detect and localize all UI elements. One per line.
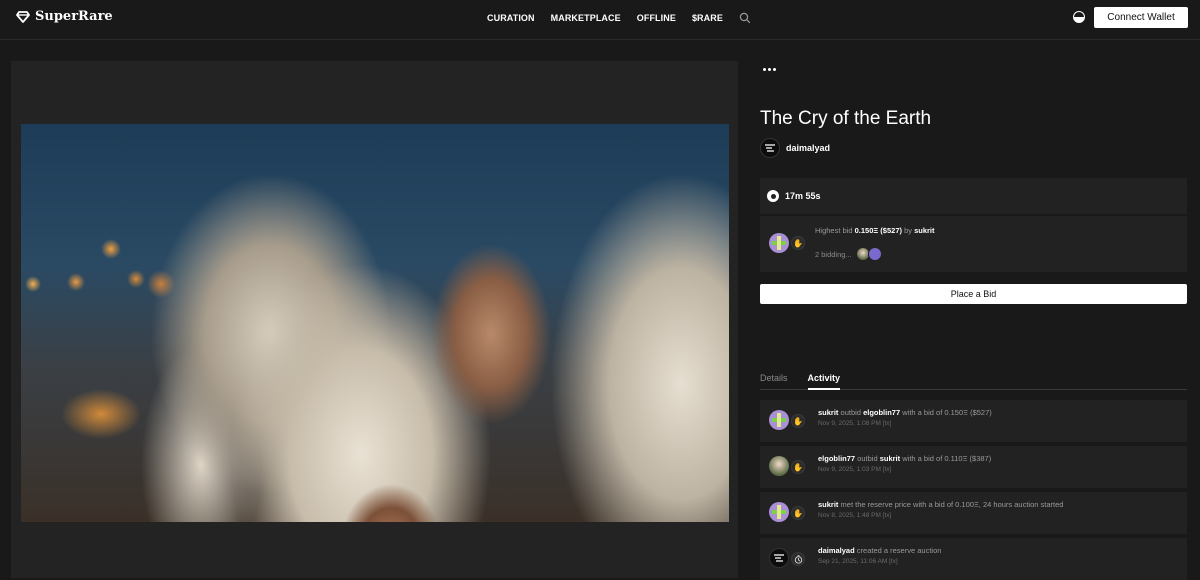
nav-offline[interactable]: OFFLINE [637,13,676,23]
hand-icon: ✋ [791,460,805,474]
activity-date[interactable]: Nov 9, 2025, 1:08 PM [tx] [818,420,891,427]
bidder-mini-avatar[interactable] [867,247,882,261]
nav-rare[interactable]: $RARE [692,13,723,23]
activity-item: daimalyad created a reserve auction Sep … [760,538,1187,580]
artist-link[interactable]: daimalyad [760,138,830,158]
top-bar: SuperRare CURATION MARKETPLACE OFFLINE $… [0,0,1200,40]
tab-activity[interactable]: Activity [807,370,841,390]
auction-timer: 17m 55s [760,178,1187,214]
clock-icon [791,552,805,566]
avatar[interactable] [769,548,789,568]
avatar[interactable] [769,456,789,476]
timer-dot-icon [767,190,779,202]
place-bid-button[interactable]: Place a Bid [760,284,1187,304]
highest-bid-text: Highest bid 0.150Ξ ($527) by sukrit [815,226,935,235]
activity-text: daimalyad created a reserve auction [818,546,942,555]
activity-text: sukrit met the reserve price with a bid … [818,500,1064,509]
activity-date[interactable]: Sep 21, 2025, 11:06 AM [tx] [818,558,898,565]
nav-marketplace[interactable]: MARKETPLACE [551,13,621,23]
activity-text: elgoblin77 outbid sukrit with a bid of 0… [818,454,992,463]
hand-icon: ✋ [791,506,805,520]
bidder-avatar[interactable] [769,233,789,253]
tab-bar: Details Activity [760,370,1187,390]
brand-name: SuperRare [35,9,113,24]
diamond-icon [16,10,30,23]
nav-curation[interactable]: CURATION [487,13,535,23]
activity-item: ✋ elgoblin77 outbid sukrit with a bid of… [760,446,1187,488]
activity-date[interactable]: Nov 8, 2025, 1:48 PM [tx] [818,512,891,519]
activity-item: ✋ sukrit outbid elgoblin77 with a bid of… [760,400,1187,442]
artist-avatar [760,138,780,158]
theme-toggle-icon[interactable] [1073,11,1085,23]
artwork-title: The Cry of the Earth [760,108,932,129]
more-icon[interactable] [763,66,777,72]
activity-text: sukrit outbid elgoblin77 with a bid of 0… [818,408,992,417]
connect-wallet-button[interactable]: Connect Wallet [1094,7,1188,28]
bidding-indicator: 2 bidding... [815,247,882,261]
highest-bidder-link[interactable]: sukrit [914,226,934,235]
main-nav: CURATION MARKETPLACE OFFLINE $RARE [487,12,751,24]
artwork-image[interactable] [21,124,729,522]
hand-icon: ✋ [791,414,805,428]
search-icon[interactable] [739,12,751,24]
activity-item: ✋ sukrit met the reserve price with a bi… [760,492,1187,534]
timer-text: 17m 55s [785,191,821,201]
avatar[interactable] [769,502,789,522]
tab-details[interactable]: Details [760,370,788,389]
activity-date[interactable]: Nov 9, 2025, 1:03 PM [tx] [818,466,891,473]
artist-name: daimalyad [786,143,831,153]
highest-bid-panel: ✋ Highest bid 0.150Ξ ($527) by sukrit 2 … [760,216,1187,272]
avatar[interactable] [769,410,789,430]
hand-icon: ✋ [791,236,805,250]
logo[interactable]: SuperRare [16,9,113,24]
